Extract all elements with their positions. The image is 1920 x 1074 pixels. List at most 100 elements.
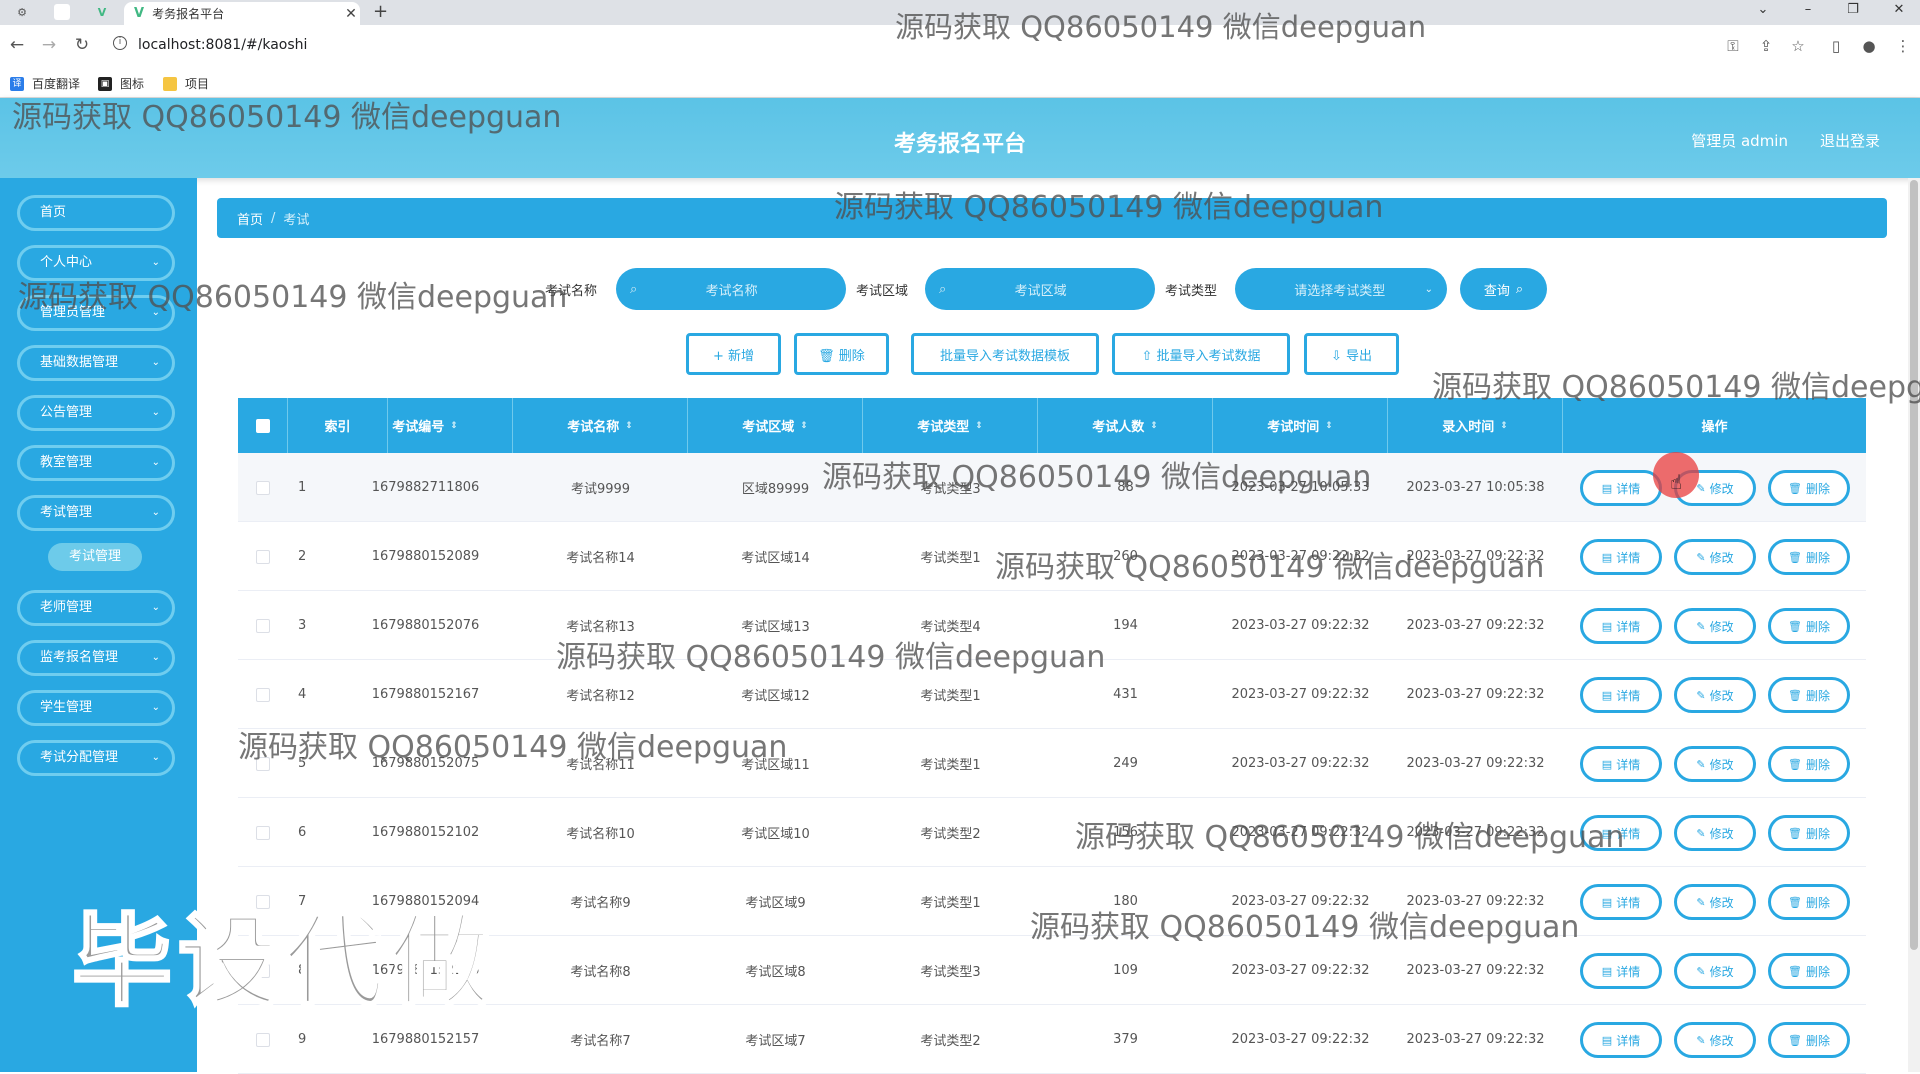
reload-icon[interactable]: ↻ xyxy=(71,35,93,55)
row-checkbox[interactable] xyxy=(256,480,270,495)
minimize-icon[interactable]: – xyxy=(1793,2,1823,17)
sidebar-item-basic-data[interactable]: 基础数据管理 ⌄ xyxy=(17,345,175,381)
edit-button[interactable]: ✎ 修改 xyxy=(1674,884,1756,920)
delete-button[interactable]: 🗑 删除 xyxy=(1768,608,1850,644)
menu-icon[interactable]: ⋮ xyxy=(1893,37,1913,55)
sidepanel-icon[interactable]: ▯ xyxy=(1826,37,1846,55)
row-checkbox[interactable] xyxy=(256,1032,270,1047)
settings-tab-icon[interactable]: ⚙ xyxy=(14,4,30,20)
import-data-button[interactable]: ⇧ 批量导入考试数据 xyxy=(1112,333,1290,375)
active-tab[interactable]: V 考务报名平台 ✕ xyxy=(124,2,360,25)
sidebar-item-proctor[interactable]: 监考报名管理 ⌄ xyxy=(17,640,175,676)
sort-icon[interactable]: ⇕ xyxy=(625,421,633,431)
bookmark-icons[interactable]: ▣ 图标 xyxy=(98,75,144,92)
add-button[interactable]: + 新增 xyxy=(686,333,781,375)
forward-icon[interactable]: → xyxy=(38,35,60,55)
sidebar-item-notice[interactable]: 公告管理 ⌄ xyxy=(17,395,175,431)
edit-button[interactable]: ✎ 修改 xyxy=(1674,677,1756,713)
edit-button[interactable]: ✎ 修改 xyxy=(1674,953,1756,989)
sidebar-subitem-exam-manage[interactable]: 考试管理 xyxy=(48,543,142,571)
profile-icon[interactable]: ● xyxy=(1859,37,1879,55)
scrollbar-thumb[interactable] xyxy=(1910,180,1918,950)
edit-button[interactable]: ✎ 修改 xyxy=(1674,746,1756,782)
col-created-time[interactable]: 录入时间 ⇕ xyxy=(1388,398,1563,453)
detail-button[interactable]: ▤ 详情 xyxy=(1580,815,1662,851)
star-icon[interactable]: ☆ xyxy=(1788,37,1808,55)
import-template-button[interactable]: 批量导入考试数据模板 xyxy=(911,333,1099,375)
batch-delete-button[interactable]: 🗑 删除 xyxy=(794,333,889,375)
row-checkbox[interactable] xyxy=(256,963,270,978)
sort-icon[interactable]: ⇕ xyxy=(450,421,458,431)
detail-button[interactable]: ▤ 详情 xyxy=(1580,953,1662,989)
sort-icon[interactable]: ⇕ xyxy=(1150,421,1158,431)
detail-button[interactable]: ▤ 详情 xyxy=(1580,470,1662,506)
sidebar-item-profile[interactable]: 个人中心 ⌄ xyxy=(17,245,175,281)
bookmark-project[interactable]: 项目 xyxy=(163,75,209,92)
share-icon[interactable]: ⇪ xyxy=(1756,37,1776,55)
detail-button[interactable]: ▤ 详情 xyxy=(1580,1022,1662,1058)
key-icon[interactable]: ⚿ xyxy=(1723,37,1743,55)
detail-button[interactable]: ▤ 详情 xyxy=(1580,884,1662,920)
blank-tab-icon[interactable] xyxy=(54,4,70,20)
sort-icon[interactable]: ⇕ xyxy=(800,421,808,431)
vue-tab-icon[interactable]: V xyxy=(94,4,110,20)
delete-button[interactable]: 🗑 删除 xyxy=(1768,746,1850,782)
edit-button[interactable]: ✎ 修改 xyxy=(1674,608,1756,644)
sidebar-item-student[interactable]: 学生管理 ⌄ xyxy=(17,690,175,726)
page-scrollbar[interactable] xyxy=(1908,178,1920,1072)
row-checkbox[interactable] xyxy=(256,549,270,564)
row-checkbox[interactable] xyxy=(256,618,270,633)
sort-icon[interactable]: ⇕ xyxy=(1325,421,1333,431)
col-type[interactable]: 考试类型 ⇕ xyxy=(863,398,1038,453)
sidebar-item-admin[interactable]: 管理员管理 ⌄ xyxy=(17,295,175,331)
row-checkbox[interactable] xyxy=(256,825,270,840)
delete-button[interactable]: 🗑 删除 xyxy=(1768,539,1850,575)
exam-type-select[interactable]: 请选择考试类型 ⌄ xyxy=(1235,268,1447,310)
sidebar-item-home[interactable]: 首页 xyxy=(17,195,175,231)
breadcrumb-home[interactable]: 首页 xyxy=(237,209,263,228)
query-button[interactable]: 查询 ⌕ xyxy=(1460,268,1547,310)
select-all-checkbox[interactable] xyxy=(255,418,270,433)
exam-name-input[interactable]: ⌕ 考试名称 xyxy=(616,268,846,310)
delete-button[interactable]: 🗑 删除 xyxy=(1768,815,1850,851)
export-button[interactable]: ⇩ 导出 xyxy=(1304,333,1399,375)
sidebar-item-exam[interactable]: 考试管理 ⌄ xyxy=(17,495,175,531)
sidebar-item-allocation[interactable]: 考试分配管理 ⌄ xyxy=(17,740,175,776)
detail-button[interactable]: ▤ 详情 xyxy=(1580,746,1662,782)
row-checkbox[interactable] xyxy=(256,687,270,702)
detail-button[interactable]: ▤ 详情 xyxy=(1580,608,1662,644)
edit-button[interactable]: ✎ 修改 xyxy=(1674,815,1756,851)
cell-time: 2023-03-27 09:22:32 xyxy=(1231,549,1370,564)
col-area[interactable]: 考试区域 ⇕ xyxy=(688,398,863,453)
row-checkbox[interactable] xyxy=(256,894,270,909)
detail-button[interactable]: ▤ 详情 xyxy=(1580,677,1662,713)
delete-button[interactable]: 🗑 删除 xyxy=(1768,884,1850,920)
detail-button[interactable]: ▤ 详情 xyxy=(1580,539,1662,575)
logout-link[interactable]: 退出登录 xyxy=(1820,130,1880,151)
back-icon[interactable]: ← xyxy=(6,35,28,55)
url-input[interactable]: localhost:8081/#/kaoshi xyxy=(138,37,307,53)
row-checkbox[interactable] xyxy=(256,756,270,771)
sort-icon[interactable]: ⇕ xyxy=(975,421,983,431)
bookmark-baidu-translate[interactable]: 译 百度翻译 xyxy=(10,75,80,92)
sort-icon[interactable]: ⇕ xyxy=(1500,421,1508,431)
col-code[interactable]: 考试编号 ⇕ xyxy=(338,398,513,453)
edit-button[interactable]: ✎ 修改 xyxy=(1674,1022,1756,1058)
edit-button[interactable]: ✎ 修改 xyxy=(1674,539,1756,575)
delete-button[interactable]: 🗑 删除 xyxy=(1768,953,1850,989)
sidebar-item-classroom[interactable]: 教室管理 ⌄ xyxy=(17,445,175,481)
exam-area-input[interactable]: ⌕ 考试区域 xyxy=(925,268,1155,310)
new-tab-button[interactable]: + xyxy=(373,1,388,22)
restore-icon[interactable]: ❐ xyxy=(1838,2,1868,17)
sidebar-item-teacher[interactable]: 老师管理 ⌄ xyxy=(17,590,175,626)
delete-button[interactable]: 🗑 删除 xyxy=(1768,470,1850,506)
close-window-icon[interactable]: ✕ xyxy=(1884,2,1914,17)
delete-button[interactable]: 🗑 删除 xyxy=(1768,677,1850,713)
site-info-icon[interactable]: i xyxy=(113,36,127,50)
col-count[interactable]: 考试人数 ⇕ xyxy=(1038,398,1213,453)
col-name[interactable]: 考试名称 ⇕ xyxy=(513,398,688,453)
delete-button[interactable]: 🗑 删除 xyxy=(1768,1022,1850,1058)
tab-close-icon[interactable]: ✕ xyxy=(342,6,360,22)
col-exam-time[interactable]: 考试时间 ⇕ xyxy=(1213,398,1388,453)
tab-search-icon[interactable]: ⌄ xyxy=(1748,2,1778,17)
